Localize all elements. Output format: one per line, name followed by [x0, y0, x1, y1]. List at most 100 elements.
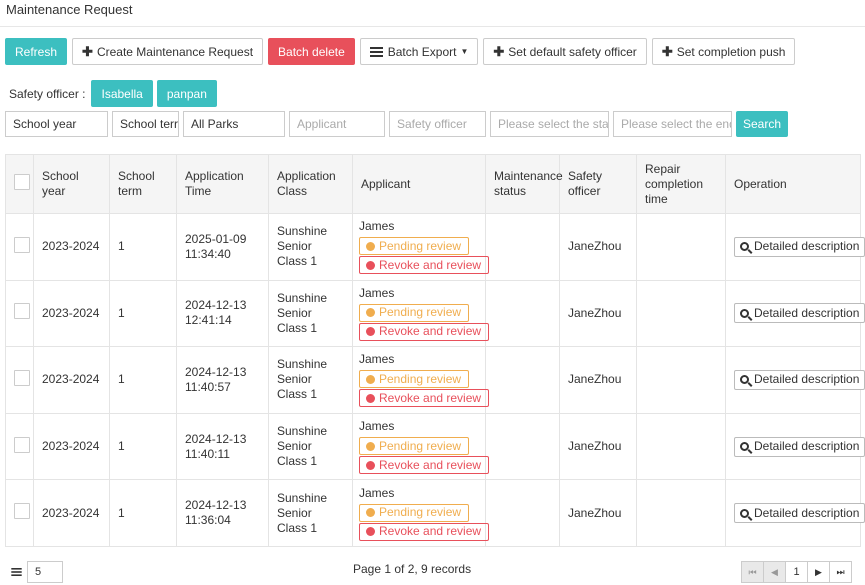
cell-applicant: James Pending review Revoke and review — [352, 346, 490, 414]
cell-maintenance-status — [485, 346, 560, 414]
cell-application-time: 2024-12-13 11:40:57 — [176, 346, 269, 414]
parks-select[interactable]: All Parks — [183, 111, 285, 137]
cell-application-class: Sunshine Senior Class 1 — [268, 412, 353, 481]
revoke-review-badge[interactable]: Revoke and review — [359, 322, 490, 341]
header-repair-completion-time[interactable]: Repair completion time — [636, 154, 726, 214]
revoke-review-badge[interactable]: Revoke and review — [359, 456, 490, 475]
cell-application-time: 2025-01-09 11:34:40 — [176, 213, 269, 281]
plus-icon: ✚ — [661, 43, 673, 59]
revoke-review-badge[interactable]: Revoke and review — [359, 389, 490, 408]
select-all-checkbox[interactable] — [14, 174, 30, 190]
revoke-review-label: Revoke and review — [379, 457, 482, 472]
pending-review-label: Pending review — [379, 371, 462, 386]
next-page-icon[interactable]: ▶ — [807, 561, 830, 583]
revoke-review-badge[interactable]: Revoke and review — [359, 522, 490, 541]
school-term-select[interactable]: School terr — [112, 111, 179, 137]
header-safety-officer[interactable]: Safety officer — [559, 154, 637, 214]
dot-icon — [366, 308, 375, 318]
search-icon — [740, 442, 749, 452]
pending-review-badge: Pending review — [359, 370, 470, 389]
applicant-name: James — [359, 485, 395, 500]
search-icon — [740, 508, 749, 518]
detailed-description-button[interactable]: Detailed description — [734, 303, 865, 324]
table-row: 2023-2024 1 2025-01-09 11:34:40 Sunshine… — [5, 213, 865, 281]
cell-operation: Detailed description — [725, 479, 865, 547]
cell-operation: Detailed description — [725, 412, 865, 481]
detailed-description-button[interactable]: Detailed description — [734, 369, 865, 390]
maintenance-table: School year School term Application Time… — [5, 154, 865, 547]
plus-icon: ✚ — [493, 43, 505, 59]
header-application-class[interactable]: Application Class — [268, 154, 353, 214]
search-icon — [740, 242, 749, 252]
row-select-cell — [5, 479, 34, 547]
header-school-year[interactable]: School year — [33, 154, 110, 214]
dot-icon — [366, 393, 375, 403]
cell-maintenance-status — [485, 279, 560, 348]
revoke-review-label: Revoke and review — [379, 524, 482, 539]
pending-review-label: Pending review — [379, 438, 462, 453]
batch-delete-button[interactable]: Batch delete — [268, 38, 355, 65]
row-checkbox[interactable] — [14, 436, 30, 453]
refresh-button[interactable]: Refresh — [5, 38, 68, 65]
header-maintenance-status[interactable]: Maintenance status — [485, 154, 563, 214]
detailed-description-button[interactable]: Detailed description — [734, 236, 865, 257]
header-application-time[interactable]: Application Time — [176, 154, 269, 214]
page-size-select[interactable]: 5 — [27, 561, 63, 583]
cell-maintenance-status — [485, 479, 560, 547]
set-completion-push-label: Set completion push — [676, 44, 786, 59]
first-page-icon[interactable]: ⏮ — [741, 561, 764, 583]
officer-tag-panpan[interactable]: panpan — [156, 80, 217, 107]
school-year-select[interactable]: School year — [5, 111, 108, 137]
cell-application-time: 2024-12-13 12:41:14 — [176, 279, 269, 348]
cell-operation: Detailed description — [725, 346, 865, 414]
search-button[interactable]: Search — [736, 111, 788, 137]
header-applicant[interactable]: Applicant — [352, 154, 486, 214]
safety-officer-row: Safety officer : Isabella panpan — [9, 80, 217, 107]
create-request-label: Create Maintenance Request — [96, 44, 254, 59]
applicant-name: James — [359, 219, 395, 234]
detailed-description-button[interactable]: Detailed description — [734, 436, 865, 457]
header-school-term[interactable]: School term — [109, 154, 177, 214]
dot-icon — [366, 460, 375, 470]
cell-application-time: 2024-12-13 11:40:11 — [176, 412, 269, 481]
batch-export-label: Batch Export — [387, 44, 457, 59]
table-row: 2023-2024 1 2024-12-13 12:41:14 Sunshine… — [5, 279, 865, 348]
row-select-cell — [5, 412, 34, 481]
pending-review-badge: Pending review — [359, 303, 470, 322]
last-page-icon[interactable]: ⏭ — [829, 561, 852, 583]
page-size-control: 5 — [5, 561, 63, 583]
table-row: 2023-2024 1 2024-12-13 11:40:57 Sunshine… — [5, 346, 865, 414]
cell-repair-completion-time — [636, 412, 726, 481]
revoke-review-badge[interactable]: Revoke and review — [359, 256, 490, 275]
pending-review-label: Pending review — [379, 305, 462, 320]
detailed-description-button[interactable]: Detailed description — [734, 503, 865, 524]
current-page-number[interactable]: 1 — [785, 561, 808, 583]
cell-safety-officer: JaneZhou — [559, 346, 637, 414]
cell-maintenance-status — [485, 412, 560, 481]
row-checkbox[interactable] — [14, 503, 30, 520]
revoke-review-label: Revoke and review — [379, 324, 482, 339]
cell-repair-completion-time — [636, 279, 726, 348]
row-checkbox[interactable] — [14, 369, 30, 386]
toolbar: Refresh ✚ Create Maintenance Request Bat… — [5, 38, 796, 65]
set-completion-push-button[interactable]: ✚ Set completion push — [651, 38, 796, 65]
start-date-input[interactable]: Please select the start — [490, 111, 609, 137]
row-checkbox[interactable] — [14, 303, 30, 320]
row-select-cell — [5, 346, 34, 414]
cell-school-term: 1 — [109, 346, 177, 414]
batch-export-button[interactable]: Batch Export ▼ — [359, 38, 479, 65]
set-default-officer-button[interactable]: ✚ Set default safety officer — [483, 38, 647, 65]
create-request-button[interactable]: ✚ Create Maintenance Request — [72, 38, 264, 65]
officer-tag-isabella[interactable]: Isabella — [91, 80, 153, 107]
pending-review-label: Pending review — [379, 505, 462, 520]
dot-icon — [366, 241, 375, 251]
prev-page-icon[interactable]: ◀ — [763, 561, 786, 583]
cell-operation: Detailed description — [725, 279, 865, 348]
end-date-input[interactable]: Please select the end . — [613, 111, 732, 137]
safety-officer-input[interactable]: Safety officer — [389, 111, 486, 137]
cell-safety-officer: JaneZhou — [559, 412, 637, 481]
title-divider — [0, 26, 865, 27]
applicant-input[interactable]: Applicant — [289, 111, 385, 137]
applicant-name: James — [359, 285, 395, 300]
row-checkbox[interactable] — [14, 236, 30, 253]
